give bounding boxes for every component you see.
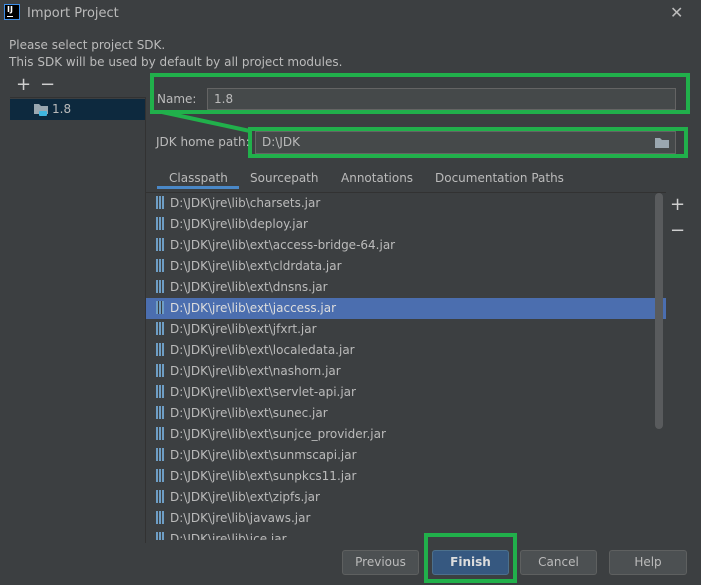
- remove-sdk-button[interactable]: −: [40, 74, 55, 95]
- classpath-item[interactable]: D:\JDK\jre\lib\deploy.jar: [146, 214, 666, 235]
- classpath-item-label: D:\JDK\jre\lib\ext\sunec.jar: [170, 406, 328, 420]
- jar-icon: [156, 490, 164, 503]
- remove-path-button[interactable]: −: [670, 220, 685, 241]
- sdk-item-label: 1.8: [52, 102, 72, 116]
- tab-sourcepath[interactable]: Sourcepath: [250, 171, 319, 185]
- jar-icon: [156, 406, 164, 419]
- browse-folder-icon[interactable]: [655, 137, 669, 148]
- classpath-item-label: D:\JDK\jre\lib\ext\localedata.jar: [170, 343, 355, 357]
- classpath-item-label: D:\JDK\jre\lib\charsets.jar: [170, 196, 321, 210]
- classpath-item[interactable]: D:\JDK\jre\lib\ext\sunec.jar: [146, 403, 666, 424]
- tab-classpath[interactable]: Classpath: [169, 171, 228, 185]
- classpath-item-label: D:\JDK\jre\lib\ext\sunpkcs11.jar: [170, 469, 357, 483]
- home-path-label: JDK home path:: [156, 135, 250, 149]
- classpath-item-label: D:\JDK\jre\lib\ext\cldrdata.jar: [170, 259, 342, 273]
- classpath-item[interactable]: D:\JDK\jre\lib\ext\jfxrt.jar: [146, 319, 666, 340]
- name-label: Name:: [157, 92, 197, 106]
- classpath-item[interactable]: D:\JDK\jre\lib\ext\zipfs.jar: [146, 487, 666, 508]
- jar-icon: [156, 385, 164, 398]
- previous-button[interactable]: Previous: [342, 550, 419, 575]
- cancel-button[interactable]: Cancel: [520, 550, 597, 575]
- classpath-list[interactable]: D:\JDK\jre\lib\charsets.jar D:\JDK\jre\li…: [146, 192, 666, 540]
- close-icon[interactable]: ✕: [670, 3, 683, 22]
- classpath-item[interactable]: D:\JDK\jre\lib\ext\sunmscapi.jar: [146, 445, 666, 466]
- classpath-item[interactable]: D:\JDK\jre\lib\jce.jar: [146, 529, 666, 540]
- classpath-item[interactable]: D:\JDK\jre\lib\ext\jaccess.jar: [146, 298, 666, 319]
- classpath-item-label: D:\JDK\jre\lib\ext\jfxrt.jar: [170, 322, 317, 336]
- jar-icon: [156, 532, 164, 540]
- classpath-item-label: D:\JDK\jre\lib\ext\servlet-api.jar: [170, 385, 356, 399]
- description-line-1: Please select project SDK.: [9, 38, 166, 52]
- jar-icon: [156, 427, 164, 440]
- jar-icon: [156, 280, 164, 293]
- jar-icon: [156, 364, 164, 377]
- classpath-item-label: D:\JDK\jre\lib\ext\dnsns.jar: [170, 280, 328, 294]
- jar-icon: [156, 322, 164, 335]
- help-button[interactable]: Help: [609, 550, 687, 575]
- jar-icon: [156, 511, 164, 524]
- highlight-connector: [161, 110, 251, 133]
- classpath-item-label: D:\JDK\jre\lib\javaws.jar: [170, 511, 311, 525]
- tab-annotations[interactable]: Annotations: [341, 171, 413, 185]
- classpath-item-label: D:\JDK\jre\lib\ext\nashorn.jar: [170, 364, 341, 378]
- sdk-item[interactable]: 1.8: [10, 99, 145, 120]
- jar-icon: [156, 238, 164, 251]
- jar-icon: [156, 196, 164, 209]
- jar-icon: [156, 259, 164, 272]
- active-tab-indicator: [157, 186, 239, 189]
- classpath-item-label: D:\JDK\jre\lib\ext\jaccess.jar: [170, 301, 337, 315]
- classpath-item-label: D:\JDK\jre\lib\ext\sunmscapi.jar: [170, 448, 357, 462]
- window-title: Import Project: [27, 6, 119, 21]
- classpath-item[interactable]: D:\JDK\jre\lib\ext\cldrdata.jar: [146, 256, 666, 277]
- classpath-item[interactable]: D:\JDK\jre\lib\ext\access-bridge-64.jar: [146, 235, 666, 256]
- classpath-item[interactable]: D:\JDK\jre\lib\ext\dnsns.jar: [146, 277, 666, 298]
- classpath-item-label: D:\JDK\jre\lib\jce.jar: [170, 532, 287, 540]
- sdk-toolbar: + −: [10, 74, 146, 98]
- jar-icon: [156, 343, 164, 356]
- jar-icon: [156, 301, 164, 314]
- home-path-input[interactable]: D:\JDK: [255, 131, 676, 154]
- jar-icon: [156, 469, 164, 482]
- tab-documentation-paths[interactable]: Documentation Paths: [435, 171, 564, 185]
- add-sdk-button[interactable]: +: [16, 74, 31, 95]
- scrollbar[interactable]: [655, 193, 663, 429]
- home-path-value: D:\JDK: [262, 135, 300, 149]
- jar-icon: [156, 448, 164, 461]
- add-path-button[interactable]: +: [670, 194, 685, 215]
- classpath-item-label: D:\JDK\jre\lib\ext\zipfs.jar: [170, 490, 320, 504]
- classpath-item[interactable]: D:\JDK\jre\lib\ext\sunpkcs11.jar: [146, 466, 666, 487]
- classpath-item[interactable]: D:\JDK\jre\lib\charsets.jar: [146, 193, 666, 214]
- classpath-item[interactable]: D:\JDK\jre\lib\ext\sunjce_provider.jar: [146, 424, 666, 445]
- classpath-item-label: D:\JDK\jre\lib\ext\access-bridge-64.jar: [170, 238, 396, 252]
- highlight-box-finish: [424, 533, 517, 583]
- jar-icon: [156, 217, 164, 230]
- description-line-2: This SDK will be used by default by all …: [9, 55, 343, 69]
- classpath-item-label: D:\JDK\jre\lib\ext\sunjce_provider.jar: [170, 427, 386, 441]
- intellij-logo-icon: IJ: [4, 4, 20, 20]
- name-input[interactable]: 1.8: [207, 88, 676, 110]
- classpath-item[interactable]: D:\JDK\jre\lib\javaws.jar: [146, 508, 666, 529]
- classpath-item[interactable]: D:\JDK\jre\lib\ext\localedata.jar: [146, 340, 666, 361]
- classpath-item[interactable]: D:\JDK\jre\lib\ext\nashorn.jar: [146, 361, 666, 382]
- jdk-folder-icon: [34, 104, 48, 116]
- classpath-item[interactable]: D:\JDK\jre\lib\ext\servlet-api.jar: [146, 382, 666, 403]
- sdk-list: [10, 98, 146, 543]
- classpath-item-label: D:\JDK\jre\lib\deploy.jar: [170, 217, 308, 231]
